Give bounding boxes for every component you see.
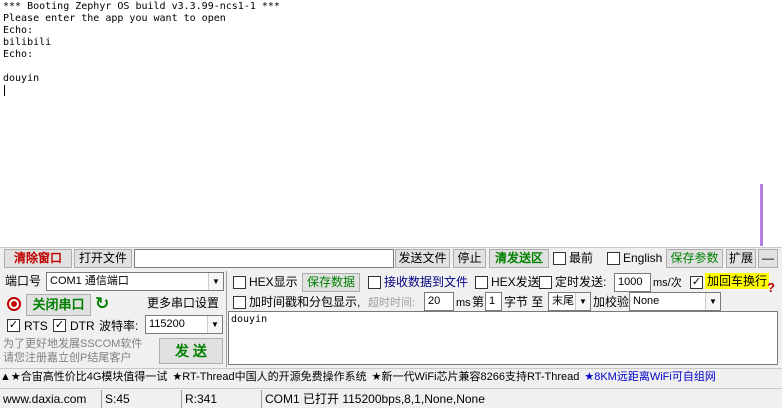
website-link[interactable]: www.daxia.com <box>0 390 102 408</box>
english-checkbox[interactable] <box>607 252 620 265</box>
send-file-button[interactable]: 发送文件 <box>395 249 450 268</box>
timeout-unit-label: ms <box>456 297 471 309</box>
topmost-label: 最前 <box>569 251 594 265</box>
hex-display-checkbox[interactable] <box>233 276 246 289</box>
ad-item[interactable]: ★RT-Thread中国人的开源免费操作系统 <box>172 371 366 383</box>
save-data-button[interactable]: 保存数据 <box>302 273 360 292</box>
scrollbar-marker[interactable] <box>760 184 763 246</box>
terminal-line: Echo: <box>3 25 34 36</box>
hex-send-checkbox[interactable] <box>475 276 488 289</box>
send-textarea[interactable]: douyin <box>228 311 778 365</box>
topmost-checkbox[interactable] <box>553 252 566 265</box>
collapse-button[interactable]: — <box>758 249 778 268</box>
timed-send-checkbox[interactable] <box>539 276 552 289</box>
byte-start-input[interactable]: 1 <box>485 292 502 311</box>
dtr-label: DTR <box>70 319 95 333</box>
english-label: English <box>623 251 663 265</box>
save-params-button[interactable]: 保存参数 <box>666 249 723 268</box>
byte-start-label: 第 <box>472 295 485 309</box>
terminal-line: Echo: <box>3 49 34 60</box>
receive-terminal[interactable]: *** Booting Zephyr OS build v3.3.99-ncs1… <box>0 0 782 248</box>
append-newline-checkbox[interactable]: ✓ <box>690 276 703 289</box>
end-select[interactable]: 末尾 ▼ <box>548 292 591 311</box>
file-path-input[interactable] <box>134 249 394 268</box>
port-select[interactable]: COM1 通信端口 ▼ <box>46 272 224 291</box>
status-bar: www.daxia.com S:45 R:341 COM1 已打开 115200… <box>0 388 782 408</box>
hex-display-label: HEX显示 <box>249 275 298 289</box>
checksum-select[interactable]: None ▼ <box>629 292 721 311</box>
ad-item[interactable]: ▲★合宙高性价比4G模块值得一试 <box>0 371 167 383</box>
baud-select-value: 115200 <box>149 318 185 330</box>
timestamp-checkbox[interactable] <box>233 296 246 309</box>
terminal-line: *** Booting Zephyr OS build v3.3.99-ncs1… <box>3 1 280 12</box>
byte-to-label: 字节 至 <box>504 295 544 309</box>
refresh-icon[interactable]: ↻ <box>95 294 113 314</box>
checksum-label: 加校验 <box>593 295 630 309</box>
panel-divider <box>226 271 227 367</box>
ad-item[interactable]: ★新一代WiFi芯片兼容8266支持RT-Thread <box>372 371 580 383</box>
port-select-value: COM1 通信端口 <box>50 275 129 287</box>
receive-to-file-label[interactable]: 接收数据到文件 <box>384 274 468 290</box>
rts-label: RTS <box>24 319 48 333</box>
checksum-select-value: None <box>633 295 660 307</box>
chevron-down-icon[interactable]: ▼ <box>705 293 720 310</box>
timestamp-label: 加时间戳和分包显示, <box>249 295 361 309</box>
timed-send-label: 定时发送: <box>555 275 607 289</box>
chevron-down-icon[interactable]: ▼ <box>207 316 222 333</box>
help-icon[interactable]: ? <box>767 280 775 296</box>
chevron-down-icon[interactable]: ▼ <box>575 293 590 310</box>
interval-unit-label: ms/次 <box>653 277 682 289</box>
more-settings-link[interactable]: 更多串口设置 <box>147 295 219 311</box>
send-text: douyin <box>231 314 268 325</box>
baud-select[interactable]: 115200 ▼ <box>145 315 223 334</box>
port-status: COM1 已打开 115200bps,8,1,None,None <box>265 392 485 406</box>
rts-checkbox[interactable]: ✓ <box>7 319 20 332</box>
text-cursor <box>4 85 5 96</box>
end-select-value: 末尾 <box>552 295 574 307</box>
dtr-checkbox[interactable]: ✓ <box>53 319 66 332</box>
port-label: 端口号 <box>5 274 42 288</box>
sent-count: S:45 <box>102 390 182 408</box>
timeout-label: 超时时间: <box>368 297 416 309</box>
terminal-line: Please enter the app you want to open <box>3 13 226 24</box>
timeout-input[interactable]: 20 <box>424 292 454 311</box>
interval-input[interactable]: 1000 <box>614 273 651 292</box>
clear-window-button[interactable]: 清除窗口 <box>4 249 72 268</box>
append-newline-label: 加回车换行 <box>705 273 770 289</box>
hex-send-label: HEX发送 <box>491 275 540 289</box>
baud-label: 波特率: <box>99 319 139 333</box>
terminal-line: bilibili <box>3 37 52 48</box>
clear-send-button[interactable]: 清发送区 <box>489 249 549 268</box>
chevron-down-icon[interactable]: ▼ <box>208 273 223 290</box>
record-icon <box>7 297 21 311</box>
open-file-button[interactable]: 打开文件 <box>74 249 132 268</box>
received-count: R:341 <box>182 390 262 408</box>
send-button[interactable]: 发 送 <box>159 338 223 364</box>
stop-button[interactable]: 停止 <box>453 249 486 268</box>
terminal-line: douyin <box>3 73 40 84</box>
close-port-button[interactable]: 关闭串口 <box>26 294 91 316</box>
ad-bar: ▲★合宙高性价比4G模块值得一试 ★RT-Thread中国人的开源免费操作系统 ★新… <box>0 368 782 386</box>
receive-to-file-checkbox[interactable] <box>368 276 381 289</box>
promo-text-line2: 请您注册嘉立创P结尾客户 <box>3 352 132 364</box>
expand-button[interactable]: 扩展 <box>726 249 756 268</box>
ad-item[interactable]: ★8KM远距离WiFi可自组网 <box>584 371 715 383</box>
